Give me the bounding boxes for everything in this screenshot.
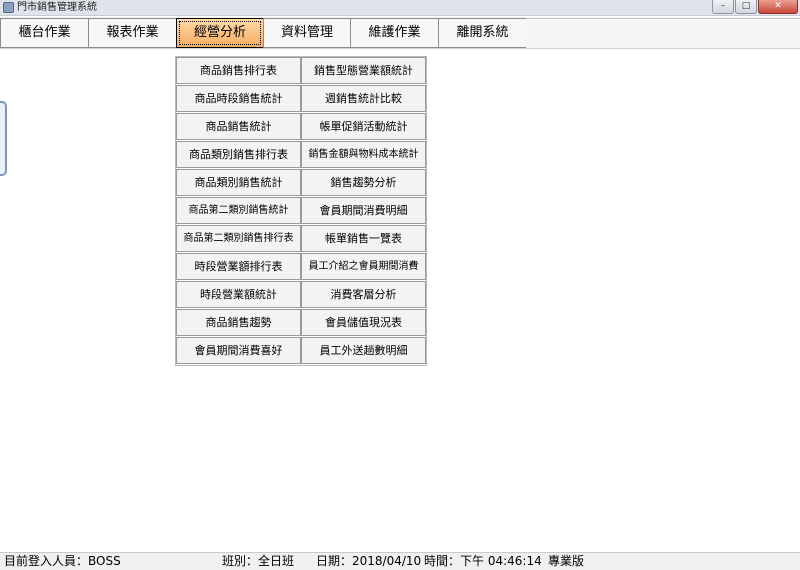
menu-option-sales-type-revenue[interactable]: 銷售型態營業額統計: [301, 57, 426, 84]
menu-option-employee-delivery-trips[interactable]: 員工外送趟數明細: [301, 337, 426, 364]
maximize-button[interactable]: □: [735, 0, 757, 14]
menu-option-product-sales-trend[interactable]: 商品銷售趨勢: [176, 309, 301, 336]
menu-option-customer-segment-analysis[interactable]: 消費客層分析: [301, 281, 426, 308]
menu-bar-filler: [526, 18, 800, 48]
menu-option-second-category-sales-ranking[interactable]: 商品第二類別銷售排行表: [176, 225, 301, 252]
menu-data-management[interactable]: 資料管理: [263, 18, 351, 48]
menu-maintenance[interactable]: 維護作業: [350, 18, 439, 48]
menu-option-sales-vs-material-cost[interactable]: 銷售金額與物料成本統計: [301, 141, 426, 168]
status-bar: 目前登入人員：BOSS 班別：全日班 日期：2018/04/10 時間：下午 0…: [0, 552, 800, 570]
title-bar: 門市銷售管理系統 – □ ✕: [0, 0, 800, 16]
menu-option-weekly-sales-compare[interactable]: 週銷售統計比較: [301, 85, 426, 112]
menu-counter-operations[interactable]: 櫃台作業: [0, 18, 89, 48]
window-controls: – □ ✕: [711, 0, 798, 15]
status-date: 日期：2018/04/10: [316, 554, 422, 568]
business-analysis-dropdown: 商品銷售排行表 銷售型態營業額統計 商品時段銷售統計 週銷售統計比較 商品銷售統…: [175, 56, 427, 366]
menu-option-bill-promotion-stats[interactable]: 帳單促銷活動統計: [301, 113, 426, 140]
menu-option-product-period-sales[interactable]: 商品時段銷售統計: [176, 85, 301, 112]
menu-option-product-sales-stats[interactable]: 商品銷售統計: [176, 113, 301, 140]
menu-option-period-revenue-ranking[interactable]: 時段營業額排行表: [176, 253, 301, 280]
menu-option-second-category-sales-stats[interactable]: 商品第二類別銷售統計: [176, 197, 301, 224]
menu-option-employee-referred-member-spending[interactable]: 員工介紹之會員期間消費: [301, 253, 426, 280]
menu-option-category-sales-stats[interactable]: 商品類別銷售統計: [176, 169, 301, 196]
menu-option-member-period-preference[interactable]: 會員期間消費喜好: [176, 337, 301, 364]
close-button[interactable]: ✕: [758, 0, 798, 14]
menu-exit-system[interactable]: 離開系統: [438, 18, 527, 48]
menu-option-bill-sales-list[interactable]: 帳單銷售一覽表: [301, 225, 426, 252]
menu-option-period-revenue-stats[interactable]: 時段營業額統計: [176, 281, 301, 308]
status-current-user: 目前登入人員：BOSS: [4, 554, 121, 568]
minimize-button[interactable]: –: [712, 0, 734, 14]
main-menu-bar: 櫃台作業 報表作業 經營分析 資料管理 維護作業 離開系統: [0, 17, 800, 49]
status-shift: 班別：全日班: [222, 554, 295, 568]
menu-business-analysis[interactable]: 經營分析: [176, 18, 264, 48]
menu-report-operations[interactable]: 報表作業: [88, 18, 177, 48]
window-title: 門市銷售管理系統: [17, 2, 97, 13]
status-edition: 專業版: [548, 554, 585, 568]
status-time: 時間：下午 04:46:14: [424, 554, 542, 568]
menu-option-member-stored-value-status[interactable]: 會員儲值現況表: [301, 309, 426, 336]
menu-option-category-sales-ranking[interactable]: 商品類別銷售排行表: [176, 141, 301, 168]
side-panel-edge: [0, 101, 7, 176]
menu-option-sales-trend-analysis[interactable]: 銷售趨勢分析: [301, 169, 426, 196]
app-icon: [3, 2, 14, 13]
menu-option-product-sales-ranking[interactable]: 商品銷售排行表: [176, 57, 301, 84]
menu-option-member-period-spending-detail[interactable]: 會員期間消費明細: [301, 197, 426, 224]
